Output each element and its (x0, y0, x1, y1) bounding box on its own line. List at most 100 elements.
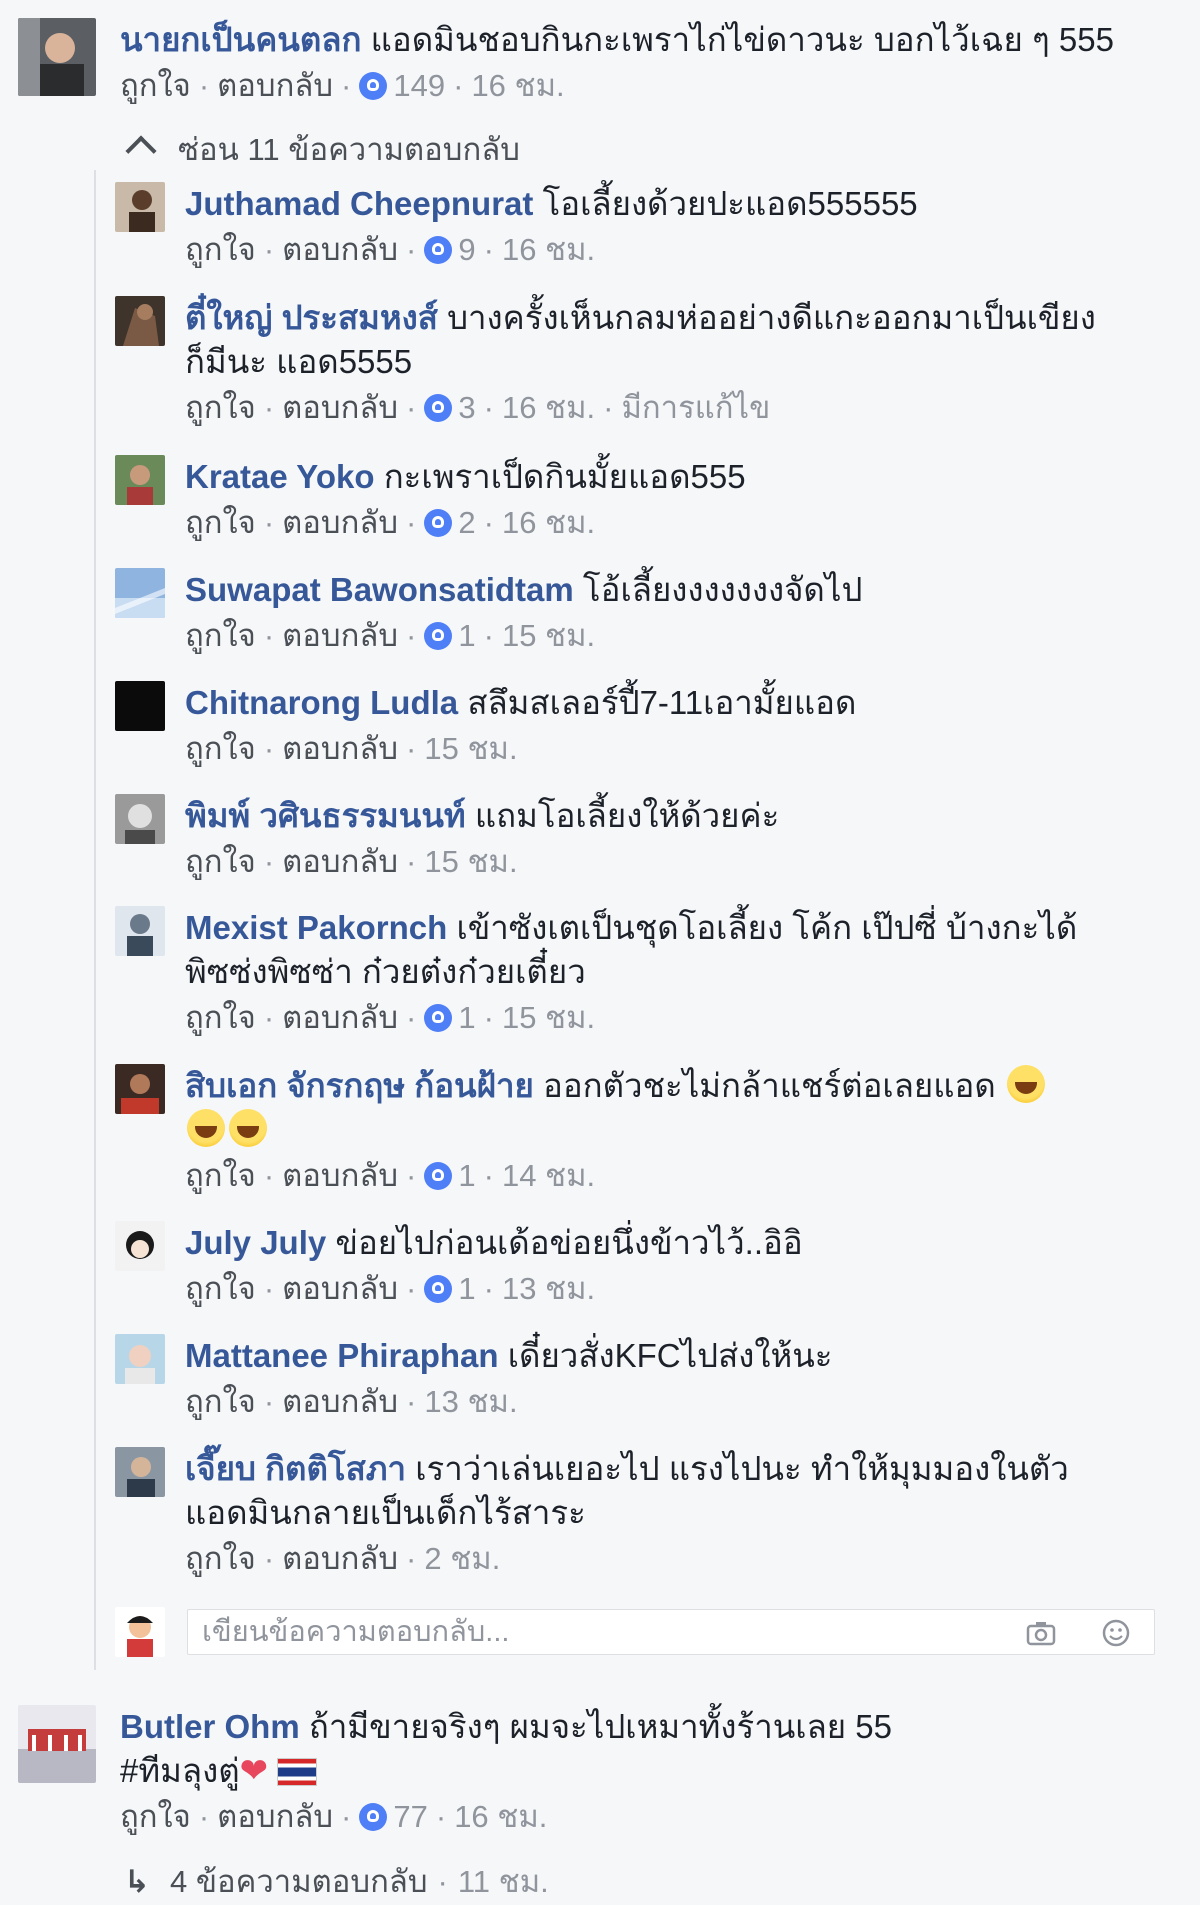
camera-icon[interactable] (1025, 1617, 1057, 1649)
comment-author[interactable]: Suwapat Bawonsatidtam (185, 571, 574, 608)
like-link[interactable]: ถูกใจ (185, 1384, 256, 1419)
hashtag-link[interactable]: #ทีมลุงตู่ (120, 1752, 240, 1789)
reaction-count[interactable]: 1 (424, 1158, 476, 1193)
comment-author[interactable]: Butler Ohm (120, 1708, 300, 1745)
like-link[interactable]: ถูกใจ (120, 1799, 191, 1834)
timestamp[interactable]: 13 ชม. (424, 1384, 517, 1419)
avatar[interactable] (115, 296, 165, 346)
comment-text-line (185, 1108, 1047, 1152)
timestamp[interactable]: 16 ชม. (471, 68, 564, 103)
reply-link[interactable]: ตอบกลับ (282, 1541, 398, 1576)
reply-link[interactable]: ตอบกลับ (282, 1000, 398, 1035)
avatar[interactable] (115, 681, 165, 731)
avatar[interactable] (115, 1447, 165, 1497)
timestamp[interactable]: 15 ชม. (502, 618, 595, 653)
timestamp[interactable]: 15 ชม. (424, 731, 517, 766)
reply-link[interactable]: ตอบกลับ (282, 232, 398, 267)
reaction-count[interactable]: 77 (359, 1799, 428, 1834)
like-link[interactable]: ถูกใจ (185, 1000, 256, 1035)
reply-link[interactable]: ตอบกลับ (282, 505, 398, 540)
timestamp[interactable]: 13 ชม. (502, 1271, 595, 1306)
reply-link[interactable]: ตอบกลับ (282, 844, 398, 879)
reaction-count[interactable]: 1 (424, 1271, 476, 1306)
comment-author[interactable]: Kratae Yoko (185, 458, 375, 495)
reaction-count[interactable]: 3 (424, 390, 476, 425)
like-link[interactable]: ถูกใจ (185, 1158, 256, 1193)
comment-author[interactable]: ตี๋ใหญ่ ประสมหงส์ (185, 299, 438, 336)
separator: · (406, 1541, 417, 1576)
like-link[interactable]: ถูกใจ (185, 1541, 256, 1576)
like-link[interactable]: ถูกใจ (185, 731, 256, 766)
timestamp[interactable]: 16 ชม. (502, 390, 595, 425)
like-link[interactable]: ถูกใจ (185, 390, 256, 425)
reply-link[interactable]: ตอบกลับ (282, 390, 398, 425)
comment-author[interactable]: Juthamad Cheepnurat (185, 185, 533, 222)
edited-label[interactable]: มีการแก้ไข (621, 390, 770, 425)
comment-text-line: Kratae Yoko กะเพราเป็ดกินมั้ยแอด555 (185, 455, 746, 499)
timestamp[interactable]: 15 ชม. (424, 844, 517, 879)
like-link[interactable]: ถูกใจ (185, 618, 256, 653)
avatar[interactable] (115, 906, 165, 956)
reaction-count[interactable]: 149 (359, 68, 445, 103)
reply-link[interactable]: ตอบกลับ (217, 1799, 333, 1834)
reply-link[interactable]: ตอบกลับ (282, 1384, 398, 1419)
comments-page: นายกเป็นคนตลก แอดมินชอบกินกะเพราไก่ไข่ดา… (0, 0, 1200, 1905)
comment-author[interactable]: July July (185, 1224, 326, 1261)
comment-meta: ถูกใจ · ตอบกลับ · 2 ชม. (185, 1537, 1069, 1581)
avatar[interactable] (115, 1221, 165, 1271)
reply-link[interactable]: ตอบกลับ (217, 68, 333, 103)
like-link[interactable]: ถูกใจ (185, 505, 256, 540)
reply-link[interactable]: ตอบกลับ (282, 1271, 398, 1306)
comment-message: ออกตัวชะไม่กล้าแชร์ต่อเลยแอด (543, 1067, 996, 1104)
avatar[interactable] (115, 1064, 165, 1114)
avatar[interactable] (115, 182, 165, 232)
hide-replies-toggle[interactable]: ซ่อน 11 ข้อความตอบกลับ (124, 128, 520, 172)
avatar[interactable] (115, 455, 165, 505)
comment-message: โอ้เลี้ยงงงงงงงจัดไป (582, 571, 863, 608)
comment-author[interactable]: Mattanee Phiraphan (185, 1337, 499, 1374)
separator: · (483, 505, 494, 540)
timestamp[interactable]: 14 ชม. (502, 1158, 595, 1193)
avatar[interactable] (18, 1705, 96, 1783)
comment-meta: ถูกใจ · ตอบกลับ · 2 · 16 ชม. (185, 501, 746, 545)
comment-author[interactable]: Mexist Pakornch (185, 909, 447, 946)
comment-text-line: Suwapat Bawonsatidtam โอ้เลี้ยงงงงงงงจัด… (185, 568, 862, 612)
reaction-count[interactable]: 1 (424, 1000, 476, 1035)
reply-link[interactable]: ตอบกลับ (282, 1158, 398, 1193)
avatar[interactable] (115, 794, 165, 844)
reply-link[interactable]: ตอบกลับ (282, 731, 398, 766)
reaction-count[interactable]: 1 (424, 618, 476, 653)
comment-message: แอดมินชอบกินกะเพราไก่ไข่ดาวนะ บอกไว้เฉย … (370, 21, 1114, 58)
comment-meta: ถูกใจ · ตอบกลับ · 15 ชม. (185, 727, 856, 771)
reply-link[interactable]: ตอบกลับ (282, 618, 398, 653)
comment-author[interactable]: เจี๊ยบ กิตติโสภา (185, 1450, 406, 1487)
like-link[interactable]: ถูกใจ (185, 844, 256, 879)
avatar[interactable] (18, 18, 96, 96)
avatar[interactable] (115, 568, 165, 618)
like-link[interactable]: ถูกใจ (185, 232, 256, 267)
separator: · (437, 1864, 448, 1899)
comment-text-line: สิบเอก จักรกฤษ ก้อนฝ้าย ออกตัวชะไม่กล้าแ… (185, 1064, 1047, 1108)
timestamp[interactable]: 16 ชม. (502, 232, 595, 267)
reply-input[interactable] (187, 1609, 1155, 1655)
comment-author[interactable]: Chitnarong Ludla (185, 684, 458, 721)
comment-author[interactable]: พิมพ์ วศินธรรมนนท์ (185, 797, 466, 834)
like-link[interactable]: ถูกใจ (120, 68, 191, 103)
comment-author[interactable]: สิบเอก จักรกฤษ ก้อนฝ้าย (185, 1067, 534, 1104)
laughing-emoji-icon (187, 1109, 225, 1147)
comment-meta: ถูกใจ · ตอบกลับ · 15 ชม. (185, 840, 779, 884)
reply-comment: พิมพ์ วศินธรรมนนท์ แถมโอเลี้ยงให้ด้วยค่ะ… (115, 794, 1175, 886)
comment-top: นายกเป็นคนตลก แอดมินชอบกินกะเพราไก่ไข่ดา… (18, 18, 1178, 118)
reaction-count[interactable]: 2 (424, 505, 476, 540)
timestamp[interactable]: 16 ชม. (502, 505, 595, 540)
reaction-count[interactable]: 9 (424, 232, 476, 267)
like-link[interactable]: ถูกใจ (185, 1271, 256, 1306)
avatar[interactable] (115, 1334, 165, 1384)
timestamp[interactable]: 2 ชม. (424, 1541, 500, 1576)
timestamp[interactable]: 16 ชม. (454, 1799, 547, 1834)
emoji-icon[interactable] (1100, 1617, 1132, 1649)
view-more-replies-link[interactable]: ↳ 4 ข้อความตอบกลับ · 11 ชม. (124, 1860, 549, 1904)
comment-text-line: เจี๊ยบ กิตติโสภา เราว่าเล่นเยอะไป แรงไปน… (185, 1447, 1069, 1491)
timestamp[interactable]: 15 ชม. (502, 1000, 595, 1035)
comment-author[interactable]: นายกเป็นคนตลก (120, 21, 361, 58)
